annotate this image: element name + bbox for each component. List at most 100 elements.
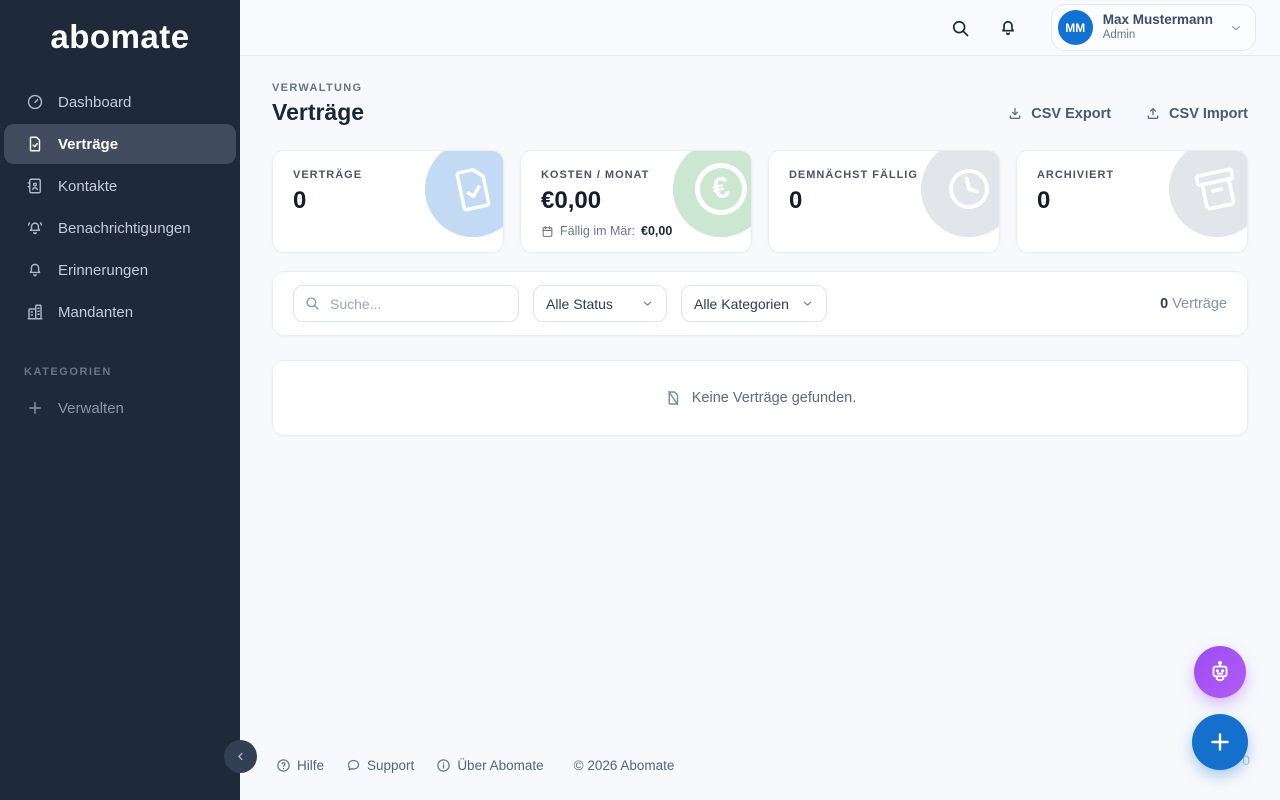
stat-value: 0 (789, 187, 979, 215)
search-field-wrap (293, 285, 519, 322)
user-name: Max Mustermann (1103, 12, 1213, 29)
bell-icon (26, 261, 44, 279)
user-info: Max Mustermann Admin (1103, 12, 1213, 43)
notifications-button[interactable] (989, 9, 1027, 47)
csv-export-label: CSV Export (1031, 106, 1111, 122)
file-check-icon (26, 135, 44, 153)
breadcrumb: VERWALTUNG (272, 82, 364, 94)
logo-text: mate (111, 18, 190, 55)
stat-card-kosten: KOSTEN / MONAT €0,00 Fällig im Mär: €0,0… (520, 150, 752, 253)
stat-label: ARCHIVIERT (1037, 169, 1227, 181)
chevron-down-icon (801, 297, 814, 310)
category-filter-select[interactable]: Alle Kategorien (681, 285, 827, 322)
sidebar-item-label: Benachrichtigungen (58, 220, 191, 237)
app-root: abomate Dashboard Verträge Kontakte (0, 0, 1280, 800)
stat-sub-faellig: Fällig im Mär: €0,00 (541, 224, 731, 238)
stat-sub-label: Fällig im Mär: (560, 224, 635, 238)
sidebar-item-label: Dashboard (58, 94, 131, 111)
address-book-icon (26, 177, 44, 195)
status-filter-value: Alle Status (546, 296, 613, 312)
contract-count: 0 Verträge (1160, 296, 1227, 312)
csv-actions: CSV Export CSV Import (1007, 106, 1248, 126)
sidebar-item-mandanten[interactable]: Mandanten (4, 292, 236, 332)
ai-assistant-button[interactable] (1194, 646, 1246, 698)
filter-bar: Alle Status Alle Kategorien 0 Verträge (272, 271, 1248, 336)
search-icon (950, 18, 970, 38)
avatar: MM (1058, 10, 1093, 45)
help-circle-icon (276, 758, 291, 773)
user-role: Admin (1103, 29, 1213, 43)
sidebar-section-kategorien: KATEGORIEN (24, 366, 240, 378)
bell-icon (998, 18, 1018, 38)
search-button[interactable] (941, 9, 979, 47)
plus-icon (1207, 729, 1233, 755)
footer-link-hilfe[interactable]: Hilfe (276, 758, 324, 773)
empty-state: Keine Verträge gefunden. (272, 360, 1248, 436)
main-area: MM Max Mustermann Admin VERWALTUNG Vertr… (240, 0, 1280, 800)
sidebar-kategorien-nav: Verwalten (0, 388, 240, 428)
stat-label: KOSTEN / MONAT (541, 169, 731, 181)
page-title: Verträge (272, 99, 364, 126)
stat-value: 0 (293, 187, 483, 215)
plus-icon (26, 399, 44, 417)
sidebar-item-vertraege[interactable]: Verträge (4, 124, 236, 164)
footer-link-label: Support (367, 758, 414, 773)
csv-export-button[interactable]: CSV Export (1007, 106, 1111, 122)
footer-link-support[interactable]: Support (346, 758, 414, 773)
category-filter-value: Alle Kategorien (694, 296, 789, 312)
stat-value: 0 (1037, 187, 1227, 215)
contract-count-label: Verträge (1172, 296, 1227, 312)
footer-link-label: Über Abomate (457, 758, 543, 773)
sidebar-item-label: Verwalten (58, 400, 124, 417)
status-filter-select[interactable]: Alle Status (533, 285, 667, 322)
logo-o-glyph: o (90, 18, 111, 56)
stat-card-vertraege: VERTRÄGE 0 (272, 150, 504, 253)
file-slash-icon (664, 389, 682, 407)
info-circle-icon (436, 758, 451, 773)
title-row: VERWALTUNG Verträge CSV Export CS (272, 82, 1248, 126)
empty-state-message: Keine Verträge gefunden. (692, 390, 856, 406)
stat-card-demnaechst-faellig: DEMNÄCHST FÄLLIG 0 (768, 150, 1000, 253)
csv-import-label: CSV Import (1169, 106, 1248, 122)
copyright: © 2026 Abomate (574, 758, 675, 773)
title-block: VERWALTUNG Verträge (272, 82, 364, 126)
chevron-down-icon (641, 297, 654, 310)
sidebar-collapse-button[interactable] (224, 740, 257, 773)
sidebar-item-label: Erinnerungen (58, 262, 148, 279)
bell-ring-icon (26, 219, 44, 237)
search-input[interactable] (293, 285, 519, 322)
contract-count-value: 0 (1160, 296, 1168, 312)
user-menu[interactable]: MM Max Mustermann Admin (1051, 4, 1256, 51)
download-icon (1007, 106, 1023, 122)
stat-label: VERTRÄGE (293, 169, 483, 181)
robot-icon (1207, 659, 1233, 685)
footer-link-ueber-abomate[interactable]: Über Abomate (436, 758, 543, 773)
stat-value: €0,00 (541, 187, 731, 215)
sidebar-item-label: Kontakte (58, 178, 117, 195)
chat-bubble-icon (346, 758, 361, 773)
stat-label: DEMNÄCHST FÄLLIG (789, 169, 979, 181)
gauge-icon (26, 93, 44, 111)
sidebar-item-benachrichtigungen[interactable]: Benachrichtigungen (4, 208, 236, 248)
sidebar-item-kontakte[interactable]: Kontakte (4, 166, 236, 206)
stat-card-archiviert: ARCHIVIERT 0 (1016, 150, 1248, 253)
sidebar-item-label: Verträge (58, 136, 118, 153)
content: VERWALTUNG Verträge CSV Export CS (240, 56, 1280, 800)
sidebar-item-verwalten[interactable]: Verwalten (4, 388, 236, 428)
sidebar-item-erinnerungen[interactable]: Erinnerungen (4, 250, 236, 290)
sidebar-item-label: Mandanten (58, 304, 133, 321)
topbar: MM Max Mustermann Admin (240, 0, 1280, 56)
chevron-down-icon (1229, 21, 1243, 35)
sidebar-item-dashboard[interactable]: Dashboard (4, 82, 236, 122)
app-logo[interactable]: abomate (50, 18, 189, 56)
csv-import-button[interactable]: CSV Import (1145, 106, 1248, 122)
sidebar-nav: Dashboard Verträge Kontakte Benachrichti… (0, 82, 240, 332)
footer: Hilfe Support Über Abomate © 2026 Abomat… (276, 758, 674, 773)
upload-icon (1145, 106, 1161, 122)
stats-row: VERTRÄGE 0 KOSTEN / MONAT €0,00 Fällig i… (272, 150, 1248, 253)
calendar-icon (541, 225, 554, 238)
footer-link-label: Hilfe (297, 758, 324, 773)
add-contract-button[interactable] (1192, 714, 1248, 770)
sidebar: abomate Dashboard Verträge Kontakte (0, 0, 240, 800)
building-icon (26, 303, 44, 321)
